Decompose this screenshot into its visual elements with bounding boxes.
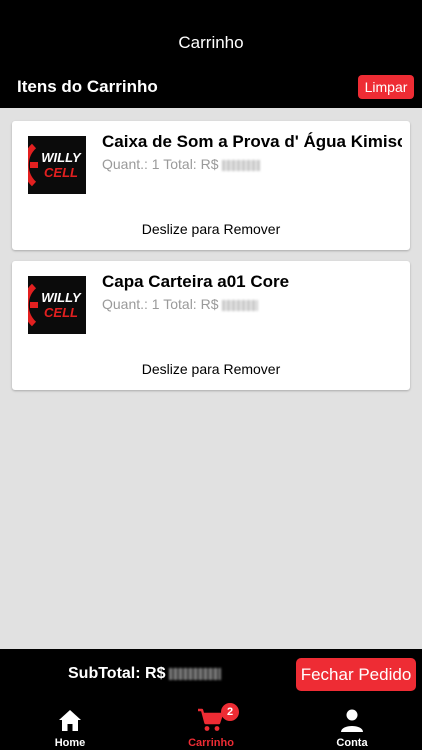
cart-items-heading: Itens do Carrinho xyxy=(17,77,158,96)
tab-home[interactable]: Home xyxy=(0,701,140,750)
store-logo: WILLY CELL xyxy=(28,136,86,194)
subtotal: SubTotal: R$ xyxy=(68,665,222,683)
checkout-bar: SubTotal: R$ Fechar Pedido xyxy=(0,649,422,701)
tab-account[interactable]: Conta xyxy=(282,701,422,750)
redacted-price xyxy=(222,299,259,311)
svg-text:WILLY: WILLY xyxy=(41,290,82,305)
redacted-price xyxy=(222,159,261,171)
redacted-subtotal xyxy=(169,667,222,680)
item-meta: Quant.: 1 Total: R$ xyxy=(102,296,259,312)
checkout-button[interactable]: Fechar Pedido xyxy=(296,658,416,691)
tab-home-label: Home xyxy=(54,737,86,749)
top-header: Carrinho Itens do Carrinho Limpar xyxy=(0,0,422,108)
cart-item[interactable]: WILLY CELL Caixa de Som a Prova d' Água … xyxy=(12,121,410,250)
store-logo: WILLY CELL xyxy=(28,276,86,334)
cart-count-badge: 2 xyxy=(221,703,239,721)
item-meta: Quant.: 1 Total: R$ xyxy=(102,156,261,172)
tab-cart[interactable]: 2 Carrinho xyxy=(141,701,281,750)
cart-item[interactable]: WILLY CELL Capa Carteira a01 Core Quant.… xyxy=(12,261,410,390)
swipe-to-remove-hint: Deslize para Remover xyxy=(141,221,281,237)
item-name: Caixa de Som a Prova d' Água Kimiso xyxy=(102,132,402,151)
item-quantity-total: Quant.: 1 Total: R$ xyxy=(102,296,219,312)
svg-text:WILLY: WILLY xyxy=(41,150,82,165)
subtotal-label: SubTotal: R$ xyxy=(68,665,166,682)
svg-text:CELL: CELL xyxy=(44,165,78,180)
account-icon xyxy=(339,705,365,735)
tab-cart-label: Carrinho xyxy=(188,737,234,749)
swipe-to-remove-hint: Deslize para Remover xyxy=(141,361,281,377)
home-icon xyxy=(57,705,83,735)
screen-title: Carrinho xyxy=(178,33,244,52)
tab-bar: Home 2 Carrinho Conta xyxy=(0,701,422,750)
cart-icon: 2 xyxy=(197,703,239,735)
clear-cart-button[interactable]: Limpar xyxy=(358,75,414,99)
item-quantity-total: Quant.: 1 Total: R$ xyxy=(102,156,219,172)
item-name: Capa Carteira a01 Core xyxy=(102,272,290,291)
svg-text:CELL: CELL xyxy=(44,305,78,320)
tab-account-label: Conta xyxy=(336,737,368,749)
